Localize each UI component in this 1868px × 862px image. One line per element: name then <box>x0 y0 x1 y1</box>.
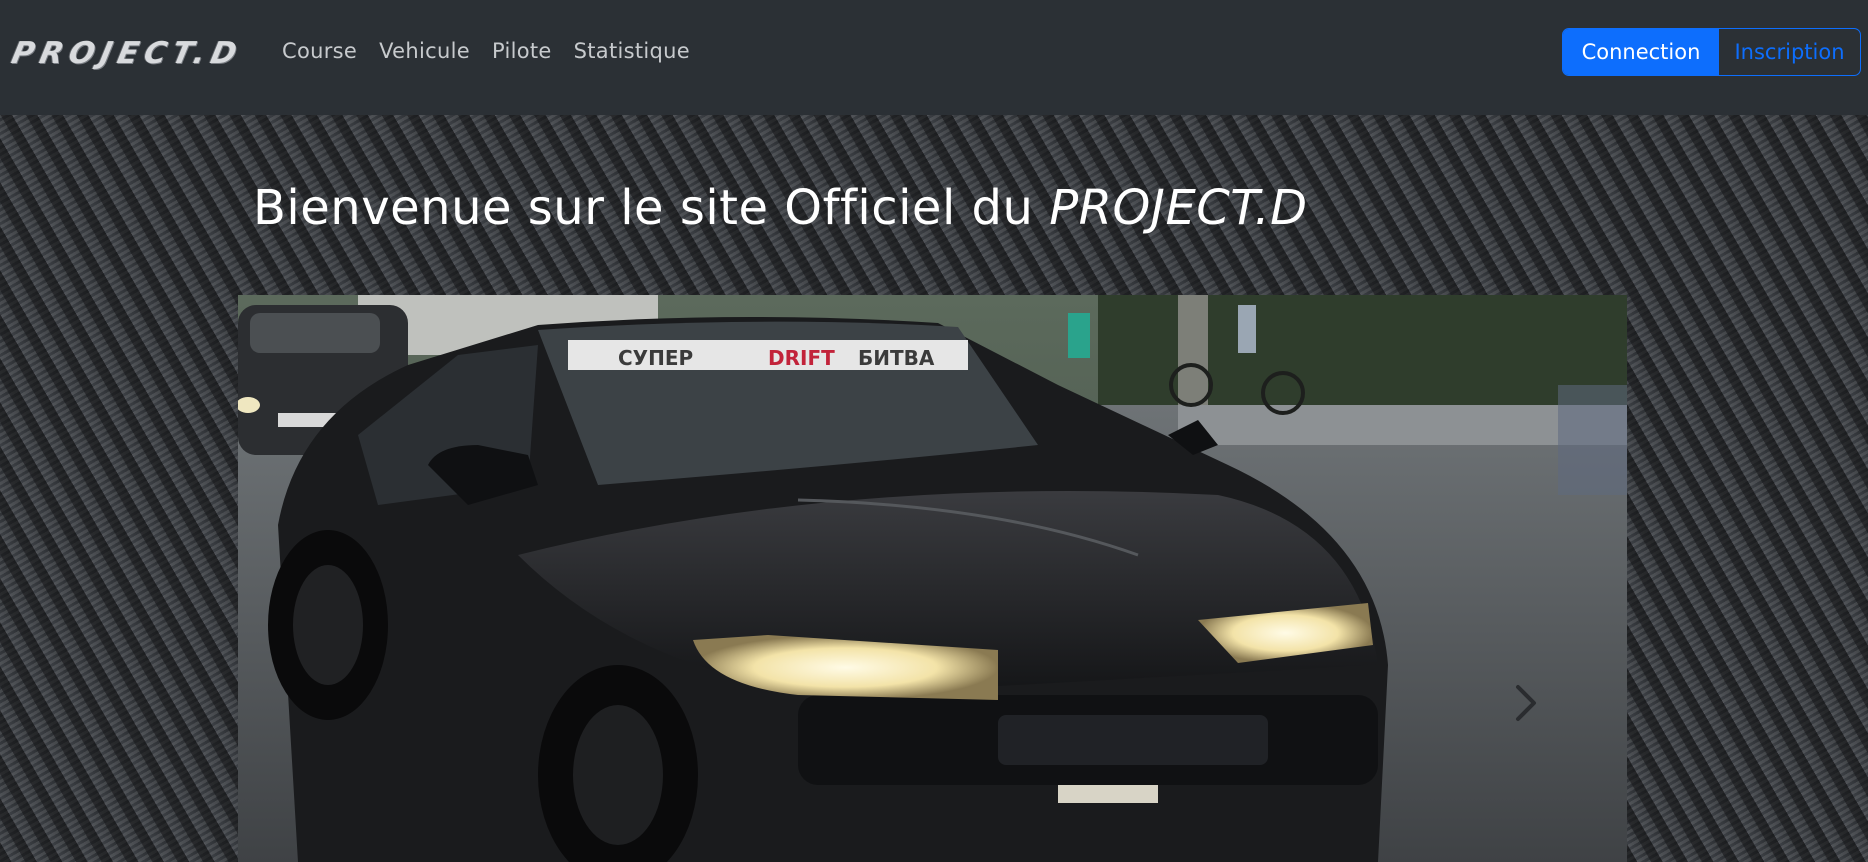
windshield-banner-right: БИТВА <box>858 346 935 370</box>
auth-button-group: Connection Inscription <box>1562 28 1861 76</box>
image-carousel: СУПЕР DRIFT БИТВА <box>238 295 1627 862</box>
drift-car-photo: СУПЕР DRIFT БИТВА <box>238 295 1627 862</box>
page-title-text: Bienvenue sur le site Officiel du <box>253 180 1034 236</box>
page-title-brand: PROJECT.D <box>1049 180 1308 236</box>
chevron-right-icon[interactable] <box>1488 673 1558 733</box>
navbar: PROJECT.D Course Vehicule Pilote Statist… <box>0 0 1868 115</box>
carbon-hero-background: Bienvenue sur le site Officiel du PROJEC… <box>0 115 1868 862</box>
login-button[interactable]: Connection <box>1563 29 1719 75</box>
nav-links: Course Vehicule Pilote Statistique <box>282 36 690 66</box>
signup-button[interactable]: Inscription <box>1719 29 1860 75</box>
nav-link-statistique[interactable]: Statistique <box>574 36 690 66</box>
windshield-banner-left: СУПЕР <box>618 346 693 370</box>
nav-link-vehicule[interactable]: Vehicule <box>379 36 470 66</box>
nav-link-course[interactable]: Course <box>282 36 357 66</box>
windshield-banner-middle: DRIFT <box>768 346 835 370</box>
brand-logo[interactable]: PROJECT.D <box>8 34 246 74</box>
nav-link-pilote[interactable]: Pilote <box>492 36 552 66</box>
page-title: Bienvenue sur le site Officiel du PROJEC… <box>253 178 1308 238</box>
